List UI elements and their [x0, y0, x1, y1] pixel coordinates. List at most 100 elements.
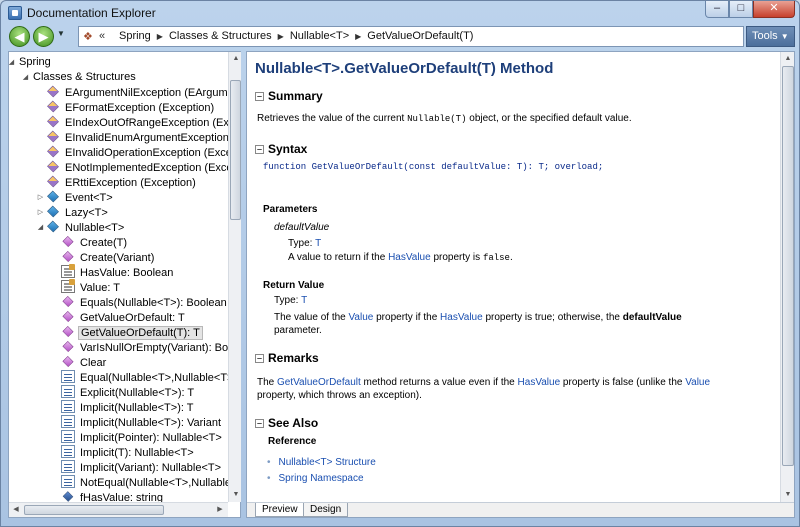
tree-node[interactable]: Equal(Nullable<T>,Nullable<T>): Boolean — [61, 370, 228, 385]
tree-node-label: ERttiException (Exception) — [65, 177, 196, 189]
tree-node[interactable]: EInvalidOperationException (Exception) — [46, 145, 228, 160]
tree-node[interactable]: Implicit(Nullable<T>): T — [61, 400, 196, 415]
tree-node[interactable]: EFormatException (Exception) — [46, 100, 216, 115]
tree-node[interactable]: EIndexOutOfRangeException (Exception) — [46, 115, 228, 130]
minimize-button[interactable]: – — [705, 1, 729, 18]
breadcrumb: Spring ▶ Classes & Structures ▶ Nullable<T> ▶… — [113, 30, 479, 42]
tree-node[interactable]: Explicit(Nullable<T>): T — [61, 385, 196, 400]
tree-node-label: Equal(Nullable<T>,Nullable<T>): Boolean — [80, 372, 228, 384]
return-desc-a: The value of the — [274, 312, 349, 323]
tree-horizontal-scrollbar[interactable]: ◀ ▶ — [9, 502, 228, 517]
collapse-arrow-icon[interactable]: ◢ — [21, 70, 30, 85]
tree-node[interactable]: fHasValue: string — [61, 490, 165, 502]
breadcrumb-item[interactable]: GetValueOrDefault(T) — [361, 30, 479, 42]
back-button[interactable]: ◀ — [9, 26, 30, 47]
breadcrumb-item[interactable]: Spring — [113, 30, 157, 42]
tree-node[interactable]: ERttiException (Exception) — [46, 175, 198, 190]
collapse-icon[interactable]: – — [255, 92, 264, 101]
document-vertical-scroll-thumb[interactable] — [782, 66, 794, 466]
document-vertical-scrollbar[interactable]: ▲ ▼ — [780, 52, 794, 502]
getvalueordefault-link[interactable]: GetValueOrDefault — [277, 377, 361, 388]
hasvalue-link[interactable]: HasValue — [518, 377, 561, 388]
tree-node-label: GetValueOrDefault(T): T — [78, 326, 203, 340]
tree-node[interactable]: Classes & Structures — [31, 70, 138, 85]
tree-node[interactable]: Event<T> — [46, 190, 115, 205]
tree-node[interactable]: ENotImplementedException (Exception) — [46, 160, 228, 175]
close-button[interactable]: ✕ — [753, 1, 795, 18]
tree-node[interactable]: Implicit(T): Nullable<T> — [61, 445, 196, 460]
summary-section-header[interactable]: – Summary — [255, 89, 323, 103]
tree-node[interactable]: NotEqual(Nullable<T>,Nullable<T>): Boole… — [61, 475, 228, 490]
hasvalue-link[interactable]: HasValue — [388, 252, 431, 263]
scroll-left-icon[interactable]: ◀ — [9, 503, 23, 517]
breadcrumb-item[interactable]: Classes & Structures — [163, 30, 278, 42]
value-link[interactable]: Value — [685, 377, 710, 388]
scroll-right-icon[interactable]: ▶ — [213, 503, 227, 517]
expand-arrow-icon[interactable]: ▷ — [36, 190, 45, 205]
param-type-link[interactable]: T — [315, 238, 321, 249]
tree-node[interactable]: EArgumentNilException (EArgumentExceptio… — [46, 85, 228, 100]
tree-vertical-scrollbar[interactable]: ▲ ▼ — [228, 52, 241, 502]
tree-node[interactable]: Lazy<T> — [46, 205, 110, 220]
tools-button[interactable]: Tools ▼ — [746, 26, 795, 47]
collapse-icon[interactable]: – — [255, 419, 264, 428]
method-icon — [62, 235, 74, 248]
tree-node[interactable]: Implicit(Variant): Nullable<T> — [61, 460, 223, 475]
tree-node[interactable]: Implicit(Nullable<T>): Variant — [61, 415, 223, 430]
tree-node[interactable]: Equals(Nullable<T>): Boolean — [61, 295, 228, 310]
parameters-heading: Parameters — [263, 204, 318, 215]
maximize-button[interactable]: □ — [729, 1, 753, 18]
collapse-arrow-icon[interactable]: ◢ — [36, 220, 45, 235]
tree-horizontal-scroll-thumb[interactable] — [24, 505, 164, 515]
tree-node[interactable]: EInvalidEnumArgumentException (Exception… — [46, 130, 228, 145]
tree-node[interactable]: GetValueOrDefault: T — [61, 310, 187, 325]
method-icon — [62, 250, 74, 263]
window-controls: – □ ✕ — [705, 1, 795, 19]
remarks-section-header[interactable]: – Remarks — [255, 351, 319, 365]
method-icon — [62, 340, 74, 353]
collapse-icon[interactable]: – — [255, 145, 264, 154]
tree-node[interactable]: Implicit(Pointer): Nullable<T> — [61, 430, 224, 445]
address-chevron[interactable]: « — [99, 30, 105, 42]
tree-node-label: Spring — [19, 56, 51, 68]
return-desc-bold: defaultValue — [622, 312, 682, 323]
value-link[interactable]: Value — [349, 312, 374, 323]
tree-node[interactable]: HasValue: Boolean — [61, 264, 175, 280]
syntax-heading: Syntax — [268, 142, 308, 156]
tree-node[interactable]: Create(Variant) — [61, 250, 156, 265]
return-type: Type: T — [274, 294, 307, 307]
breadcrumb-item[interactable]: Nullable<T> — [284, 30, 355, 42]
scroll-up-icon[interactable]: ▲ — [781, 52, 795, 66]
history-dropdown-icon[interactable]: ▼ — [57, 29, 65, 38]
tree-node[interactable]: Nullable<T> — [46, 220, 126, 235]
tab-design[interactable]: Design — [303, 503, 349, 517]
tab-preview[interactable]: Preview — [255, 503, 305, 517]
hasvalue-link[interactable]: HasValue — [440, 312, 483, 323]
scroll-up-icon[interactable]: ▲ — [229, 52, 243, 66]
remarks-a: The — [257, 377, 278, 388]
tree-node[interactable]: Clear — [61, 355, 108, 370]
method-icon — [62, 355, 74, 368]
tree-node-label: EInvalidOperationException (Exception) — [65, 147, 228, 159]
address-bar[interactable]: ❖ « Spring ▶ Classes & Structures ▶ Nullable… — [78, 26, 744, 47]
collapse-icon[interactable]: – — [255, 354, 264, 363]
tree-node[interactable]: Spring — [17, 55, 53, 70]
operator-icon — [61, 430, 75, 443]
scroll-down-icon[interactable]: ▼ — [781, 488, 795, 502]
tree-node[interactable]: Value: T — [61, 279, 122, 295]
tree-vertical-scroll-thumb[interactable] — [230, 80, 241, 221]
app-icon — [8, 6, 22, 20]
see-also-link[interactable]: Spring Namespace — [267, 473, 364, 484]
tree-node[interactable]: Create(T) — [61, 235, 129, 250]
tree-node[interactable]: GetValueOrDefault(T): T — [61, 325, 203, 340]
expand-arrow-icon[interactable]: ▷ — [36, 205, 45, 220]
collapse-arrow-icon[interactable]: ◢ — [9, 55, 16, 70]
see-also-section-header[interactable]: – See Also — [255, 416, 318, 430]
return-type-link[interactable]: T — [301, 295, 307, 306]
forward-button[interactable]: ▶ — [33, 26, 54, 47]
scroll-down-icon[interactable]: ▼ — [229, 488, 243, 502]
syntax-section-header[interactable]: – Syntax — [255, 142, 307, 156]
tree-node[interactable]: VarIsNullOrEmpty(Variant): Boolean — [61, 340, 228, 355]
see-also-link[interactable]: Nullable<T> Structure — [267, 457, 376, 468]
property-icon — [61, 279, 75, 293]
